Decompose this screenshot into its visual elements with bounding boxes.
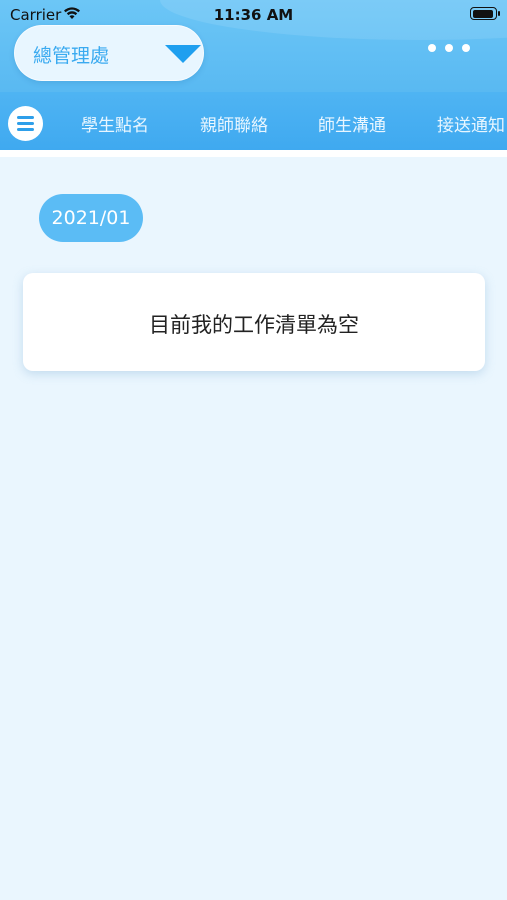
- organization-dropdown[interactable]: 總管理處: [14, 25, 204, 81]
- status-bar: Carrier 11:36 AM: [0, 0, 507, 28]
- more-options-icon[interactable]: [428, 40, 470, 56]
- month-selector[interactable]: 2021/01: [39, 194, 143, 242]
- tab-pickup-notice[interactable]: 接送通知: [437, 111, 505, 136]
- chevron-down-icon: [165, 45, 201, 63]
- tab-parent-teacher-contact[interactable]: 親師聯絡: [200, 111, 268, 136]
- app-header: Carrier 11:36 AM 總管理處: [0, 0, 507, 92]
- tab-teacher-student-communication[interactable]: 師生溝通: [318, 111, 386, 136]
- header-divider: [0, 150, 507, 157]
- empty-state-message: 目前我的工作清單為空: [149, 313, 359, 337]
- battery-icon: [470, 7, 500, 20]
- function-nav-bar: 學生點名 親師聯絡 師生溝通 接送通知: [0, 92, 507, 150]
- work-list-card: 目前我的工作清單為空: [23, 273, 485, 371]
- status-time: 11:36 AM: [213, 6, 294, 24]
- tab-student-roll-call[interactable]: 學生點名: [81, 111, 149, 136]
- organization-dropdown-value: 總管理處: [33, 45, 110, 67]
- menu-icon[interactable]: [8, 106, 43, 141]
